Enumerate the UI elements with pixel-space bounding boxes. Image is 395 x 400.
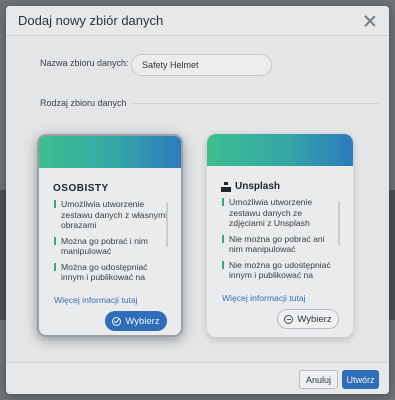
- feature-item: Można go pobrać i nim manipulować: [54, 236, 172, 257]
- feature-scrollbar[interactable]: [166, 203, 168, 247]
- more-info-link[interactable]: Więcej informacji tutaj: [222, 293, 306, 303]
- dialog-header: Dodaj nowy zbiór danych: [6, 6, 389, 36]
- select-personal-button[interactable]: Wybierz: [105, 311, 167, 331]
- card-personal[interactable]: OSOBISTY Umożliwia utworzenie zestawu da…: [37, 134, 183, 337]
- name-row: Nazwa zbioru danych: Safety Helmet: [6, 54, 389, 76]
- dialog-footer: Anuluj Utwórz: [6, 362, 389, 394]
- minus-circle-icon: [284, 314, 294, 324]
- name-label: Nazwa zbioru danych:: [40, 58, 129, 68]
- card-title: Unsplash: [221, 181, 280, 192]
- select-button-label: Wybierz: [125, 315, 160, 327]
- feature-item: Nie można go pobrać ani nim manipulować: [222, 234, 340, 255]
- close-icon[interactable]: [363, 14, 377, 28]
- feature-item: Można go udostępniać innym i publikować …: [54, 262, 172, 283]
- background-strip-right: [389, 190, 395, 320]
- feature-list: Umożliwia utworzenie zestawu danych ze z…: [222, 197, 340, 286]
- section-label: Rodzaj zbioru danych: [40, 98, 127, 108]
- dialog-title: Dodaj nowy zbiór danych: [18, 13, 164, 28]
- card-band: [207, 134, 353, 166]
- more-info-link[interactable]: Więcej informacji tutaj: [54, 295, 138, 305]
- cancel-button[interactable]: Anuluj: [299, 370, 338, 389]
- select-button-label: Wybierz: [297, 313, 332, 325]
- card-title: OSOBISTY: [53, 183, 109, 194]
- feature-item: Umożliwia utworzenie zestawu danych ze z…: [222, 197, 340, 229]
- dataset-name-input[interactable]: Safety Helmet: [131, 54, 272, 76]
- feature-item: Umożliwia utworzenie zestawu danych z wł…: [54, 199, 172, 231]
- check-circle-icon: [112, 316, 122, 326]
- feature-item: Nie można go udostępniać innym i publiko…: [222, 260, 340, 281]
- feature-scrollbar[interactable]: [338, 201, 340, 245]
- add-dataset-dialog: Dodaj nowy zbiór danych Nazwa zbioru dan…: [6, 6, 389, 394]
- select-unsplash-button[interactable]: Wybierz: [277, 309, 339, 329]
- create-button[interactable]: Utwórz: [342, 370, 379, 389]
- unsplash-logo-icon: [221, 181, 231, 192]
- section-divider: [131, 103, 379, 104]
- feature-list: Umożliwia utworzenie zestawu danych z wł…: [54, 199, 172, 288]
- card-title-text: Unsplash: [235, 181, 281, 192]
- card-band: [39, 136, 181, 168]
- card-unsplash[interactable]: Unsplash Umożliwia utworzenie zestawu da…: [207, 134, 353, 337]
